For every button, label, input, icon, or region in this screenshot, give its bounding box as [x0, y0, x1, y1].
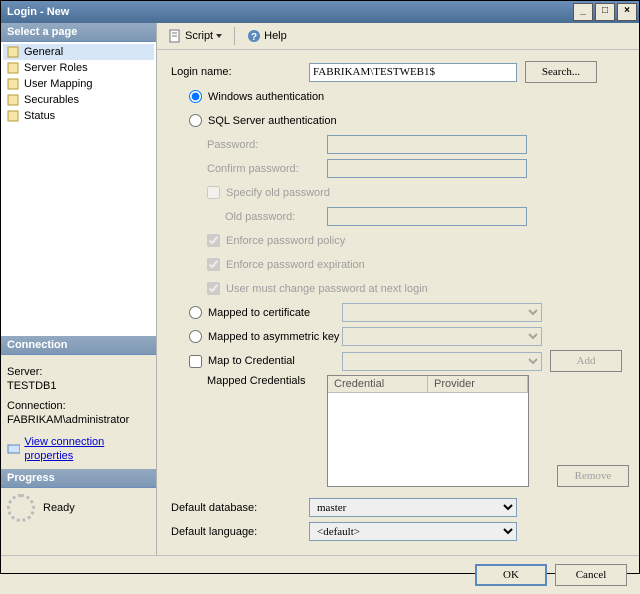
password-input	[327, 135, 527, 154]
cancel-button[interactable]: Cancel	[555, 564, 627, 586]
server-label: Server:	[7, 365, 150, 379]
script-label: Script	[185, 30, 213, 42]
page-icon	[6, 77, 20, 91]
svg-text:?: ?	[251, 32, 257, 43]
titlebar: Login - New _ □ ×	[1, 1, 639, 23]
mapped-cert-label: Mapped to certificate	[208, 307, 342, 319]
must-change-check	[207, 282, 220, 295]
page-label: Server Roles	[24, 62, 88, 74]
minimize-button[interactable]: _	[573, 3, 593, 21]
enforce-exp-check	[207, 258, 220, 271]
script-icon	[168, 29, 182, 43]
mapped-cert-radio[interactable]	[189, 306, 202, 319]
help-button[interactable]: ? Help	[242, 26, 292, 46]
login-name-label: Login name:	[171, 66, 309, 78]
windows-auth-radio[interactable]	[189, 90, 202, 103]
def-db-select[interactable]: master	[309, 498, 517, 517]
map-cred-label: Map to Credential	[208, 355, 342, 367]
mapped-creds-label: Mapped Credentials	[207, 375, 327, 387]
spinner-icon	[7, 494, 35, 522]
def-lang-label: Default language:	[171, 526, 309, 538]
link-label: View connection properties	[24, 435, 150, 463]
connection-panel: Server: TESTDB1 Connection: FABRIKAM\adm…	[1, 355, 156, 469]
page-icon	[6, 61, 20, 75]
col-provider: Provider	[428, 376, 528, 392]
def-db-label: Default database:	[171, 502, 309, 514]
login-name-input[interactable]	[309, 63, 517, 82]
page-icon	[6, 109, 20, 123]
must-change-label: User must change password at next login	[226, 283, 428, 295]
connection-icon	[7, 442, 20, 456]
chevron-down-icon	[216, 34, 222, 38]
specify-old-check	[207, 186, 220, 199]
def-lang-select[interactable]: <default>	[309, 522, 517, 541]
page-server-roles[interactable]: Server Roles	[3, 60, 154, 76]
enforce-policy-label: Enforce password policy	[226, 235, 345, 247]
form-area: Login name: Search... Windows authentica…	[157, 50, 639, 555]
pages-header: Select a page	[1, 23, 156, 42]
confirm-label: Confirm password:	[207, 163, 327, 175]
progress-status: Ready	[43, 502, 75, 514]
page-label: Status	[24, 110, 55, 122]
windows-auth-label: Windows authentication	[208, 91, 324, 103]
toolbar-separator	[234, 27, 235, 45]
cred-select	[342, 352, 542, 371]
enforce-exp-label: Enforce password expiration	[226, 259, 365, 271]
conn-value: FABRIKAM\administrator	[7, 413, 150, 427]
help-label: Help	[264, 30, 287, 42]
connection-header: Connection	[1, 336, 156, 355]
page-icon	[6, 93, 20, 107]
view-connection-link[interactable]: View connection properties	[7, 435, 150, 463]
remove-button: Remove	[557, 465, 629, 487]
script-button[interactable]: Script	[163, 26, 227, 46]
page-status[interactable]: Status	[3, 108, 154, 124]
confirm-input	[327, 159, 527, 178]
conn-label: Connection:	[7, 399, 150, 413]
old-password-input	[327, 207, 527, 226]
page-label: General	[24, 46, 63, 58]
asym-select	[342, 327, 542, 346]
page-list: General Server Roles User Mapping Secura…	[1, 42, 156, 336]
page-label: Securables	[24, 94, 79, 106]
footer: OK Cancel	[1, 555, 639, 594]
mapped-asym-radio[interactable]	[189, 330, 202, 343]
window-title: Login - New	[7, 6, 69, 18]
map-cred-check[interactable]	[189, 355, 202, 368]
cert-select	[342, 303, 542, 322]
old-password-label: Old password:	[225, 211, 327, 223]
ok-button[interactable]: OK	[475, 564, 547, 586]
toolbar: Script ? Help	[157, 23, 639, 50]
enforce-policy-check	[207, 234, 220, 247]
maximize-button[interactable]: □	[595, 3, 615, 21]
page-label: User Mapping	[24, 78, 92, 90]
creds-table: Credential Provider	[327, 375, 529, 487]
col-credential: Credential	[328, 376, 428, 392]
progress-header: Progress	[1, 469, 156, 488]
page-general[interactable]: General	[3, 44, 154, 60]
close-button[interactable]: ×	[617, 3, 637, 21]
add-button: Add	[550, 350, 622, 372]
page-icon	[6, 45, 20, 59]
server-value: TESTDB1	[7, 379, 150, 393]
page-securables[interactable]: Securables	[3, 92, 154, 108]
password-label: Password:	[207, 139, 327, 151]
specify-old-label: Specify old password	[226, 187, 330, 199]
page-user-mapping[interactable]: User Mapping	[3, 76, 154, 92]
mapped-asym-label: Mapped to asymmetric key	[208, 331, 342, 343]
progress-panel: Ready	[1, 488, 156, 528]
help-icon: ?	[247, 29, 261, 43]
search-button[interactable]: Search...	[525, 61, 597, 83]
sql-auth-radio[interactable]	[189, 114, 202, 127]
sql-auth-label: SQL Server authentication	[208, 115, 337, 127]
